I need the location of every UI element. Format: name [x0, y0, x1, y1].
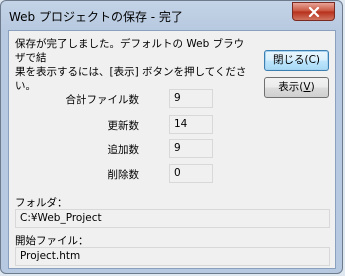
close-window-button[interactable] — [292, 2, 335, 21]
show-button-mnemonic: V — [303, 81, 311, 93]
close-icon — [308, 6, 319, 17]
deleted-count-value: 0 — [169, 164, 213, 183]
folder-label: フォルダ： — [15, 197, 68, 209]
start-file-value: Project.htm — [15, 247, 330, 266]
show-button[interactable]: 表示(V) — [264, 77, 329, 98]
added-count-value: 9 — [169, 139, 213, 158]
close-button[interactable]: 閉じる(C) — [264, 50, 329, 71]
total-files-label: 合計ファイル数 — [65, 94, 140, 106]
dialog-window: Web プロジェクトの保存 - 完了 保存が完了しました。デフォルトの Web … — [0, 0, 343, 274]
dialog-content: 保存が完了しました。デフォルトの Web ブラウザで結 果を表示するには、[表示… — [8, 30, 336, 269]
show-button-label-suffix: ) — [310, 81, 315, 93]
completion-message: 保存が完了しました。デフォルトの Web ブラウザで結 果を表示するには、[表示… — [15, 38, 247, 92]
show-button-label-prefix: 表示( — [278, 81, 304, 93]
updated-count-value: 14 — [169, 115, 213, 134]
total-files-value: 9 — [169, 89, 213, 108]
deleted-count-label: 削除数 — [107, 169, 140, 181]
added-count-label: 追加数 — [107, 144, 140, 156]
title-bar[interactable]: Web プロジェクトの保存 - 完了 — [1, 1, 342, 31]
window-title: Web プロジェクトの保存 - 完了 — [9, 10, 183, 24]
start-file-label: 開始ファイル： — [15, 235, 89, 247]
folder-value: C:¥Web_Project — [15, 209, 330, 228]
updated-count-label: 更新数 — [107, 120, 140, 132]
